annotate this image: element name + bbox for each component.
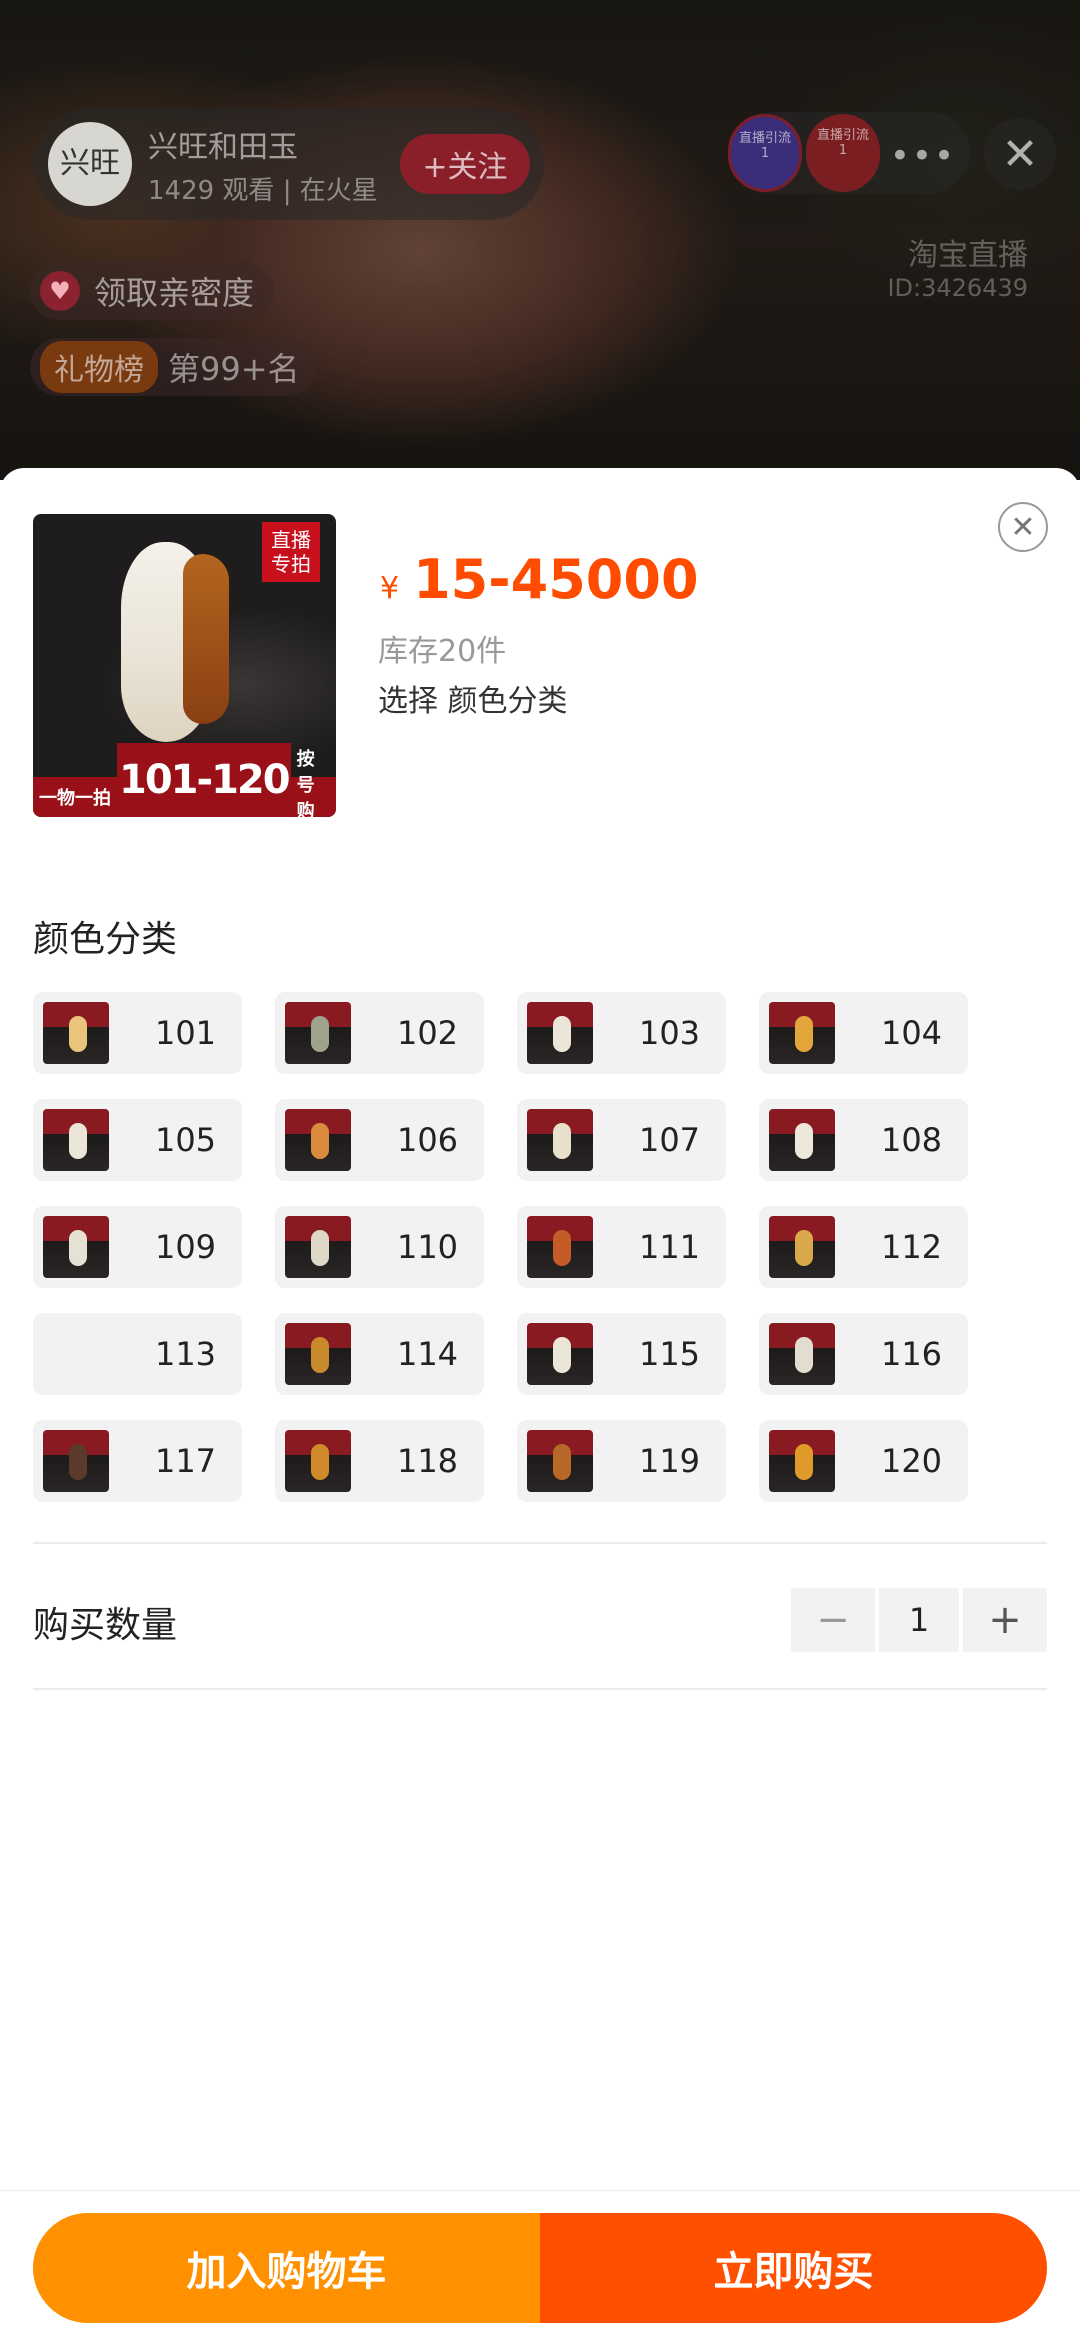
stock-count: 库存20件 xyxy=(378,634,507,669)
live-stream-background: 兴旺 兴旺和田玉 1429 观看 | 在火星 +关注 直播引流 1 直播引流 1 •… xyxy=(0,0,1080,480)
color-option[interactable]: 119 xyxy=(517,1420,726,1502)
option-thumbnail xyxy=(527,1323,593,1385)
color-option[interactable]: 118 xyxy=(275,1420,484,1502)
buy-now-button[interactable]: 立即购买 xyxy=(540,2213,1047,2323)
color-option[interactable]: 109 xyxy=(33,1206,242,1288)
option-thumbnail xyxy=(527,1430,593,1492)
platform-watermark: 淘宝直播 ID:3426439 xyxy=(887,238,1028,302)
option-thumbnail xyxy=(43,1002,109,1064)
color-option[interactable]: 112 xyxy=(759,1206,968,1288)
divider-top xyxy=(33,1542,1047,1544)
anchor-name: 兴旺和田玉 xyxy=(148,129,298,165)
promo-badge-2: 直播引流 1 xyxy=(806,114,880,192)
option-label: 105 xyxy=(154,1121,217,1159)
gift-rank-button: 礼物榜 第99+名 xyxy=(30,338,316,396)
anchor-avatar: 兴旺 xyxy=(48,122,132,206)
color-option[interactable]: 104 xyxy=(759,992,968,1074)
product-image[interactable]: 直播专拍 一物一拍 101-120 按号购买 xyxy=(33,514,336,817)
color-option[interactable]: 103 xyxy=(517,992,726,1074)
color-option[interactable]: 108 xyxy=(759,1099,968,1181)
viewer-count: 1429 观看 | 在火星 xyxy=(148,175,378,206)
live-stamp: 直播专拍 xyxy=(262,522,320,582)
option-thumbnail xyxy=(769,1109,835,1171)
option-label: 117 xyxy=(154,1442,217,1480)
jade-peel-shape xyxy=(183,554,229,724)
color-option[interactable]: 115 xyxy=(517,1313,726,1395)
option-thumbnail xyxy=(769,1216,835,1278)
option-thumbnail xyxy=(285,1323,351,1385)
option-label: 119 xyxy=(638,1442,701,1480)
color-option[interactable]: 110 xyxy=(275,1206,484,1288)
option-label: 118 xyxy=(396,1442,459,1480)
color-options-grid: 101 102 103 104 105 106 107 108 109 110 111 112 113 1… xyxy=(33,992,993,1502)
intimacy-button: ♥ 领取亲密度 xyxy=(30,262,275,320)
option-thumbnail xyxy=(285,1002,351,1064)
currency-symbol: ¥ xyxy=(380,571,400,606)
option-label: 108 xyxy=(880,1121,943,1159)
selection-hint: 选择 颜色分类 xyxy=(378,684,568,719)
option-thumbnail xyxy=(285,1216,351,1278)
color-option[interactable]: 120 xyxy=(759,1420,968,1502)
divider-bottom xyxy=(33,1688,1047,1690)
increment-button[interactable]: + xyxy=(963,1588,1047,1652)
quantity-label: 购买数量 xyxy=(33,1605,178,1646)
color-option[interactable]: 106 xyxy=(275,1099,484,1181)
option-thumbnail xyxy=(43,1109,109,1171)
gift-rank-tag: 礼物榜 xyxy=(40,341,158,393)
option-label: 110 xyxy=(396,1228,459,1266)
option-label: 109 xyxy=(154,1228,217,1266)
option-label: 114 xyxy=(396,1335,459,1373)
option-label: 115 xyxy=(638,1335,701,1373)
option-thumbnail xyxy=(769,1002,835,1064)
color-option[interactable]: 114 xyxy=(275,1313,484,1395)
option-thumbnail xyxy=(527,1216,593,1278)
quantity-stepper: − 1 + xyxy=(791,1588,1047,1652)
option-label: 120 xyxy=(880,1442,943,1480)
option-label: 111 xyxy=(638,1228,701,1266)
option-label: 107 xyxy=(638,1121,701,1159)
gift-rank-value: 第99+名 xyxy=(168,350,300,388)
option-label: 102 xyxy=(396,1014,459,1052)
option-thumbnail xyxy=(43,1216,109,1278)
heart-icon: ♥ xyxy=(40,271,80,311)
quantity-value[interactable]: 1 xyxy=(879,1588,959,1652)
option-thumbnail xyxy=(527,1109,593,1171)
sku-selector-sheet: ✕ 直播专拍 一物一拍 101-120 按号购买 ¥ 15-45000 库存20… xyxy=(0,468,1080,2340)
option-thumbnail xyxy=(43,1430,109,1492)
color-option[interactable]: 101 xyxy=(33,992,242,1074)
option-thumbnail xyxy=(769,1430,835,1492)
color-option[interactable]: 105 xyxy=(33,1099,242,1181)
follow-button: +关注 xyxy=(400,134,530,194)
option-thumbnail xyxy=(285,1109,351,1171)
more-dots-icon: ••• xyxy=(889,136,956,176)
option-label: 106 xyxy=(396,1121,459,1159)
action-bar: 加入购物车 立即购买 xyxy=(0,2190,1080,2340)
close-icon: ✕ xyxy=(984,118,1056,190)
price-value: 15-45000 xyxy=(413,548,699,611)
live-top-right-group: 直播引流 1 直播引流 1 ••• xyxy=(728,112,970,194)
option-label: 104 xyxy=(880,1014,943,1052)
color-option[interactable]: 113 xyxy=(33,1313,242,1395)
option-thumbnail xyxy=(285,1430,351,1492)
color-option[interactable]: 116 xyxy=(759,1313,968,1395)
option-thumbnail xyxy=(769,1323,835,1385)
price-row: ¥ 15-45000 xyxy=(380,548,699,611)
color-option[interactable]: 102 xyxy=(275,992,484,1074)
sheet-close-icon[interactable]: ✕ xyxy=(998,502,1048,552)
anchor-info-pill: 兴旺 兴旺和田玉 1429 观看 | 在火星 +关注 xyxy=(34,108,544,220)
color-option[interactable]: 107 xyxy=(517,1099,726,1181)
color-option[interactable]: 117 xyxy=(33,1420,242,1502)
option-label: 113 xyxy=(154,1335,217,1373)
add-to-cart-button[interactable]: 加入购物车 xyxy=(33,2213,540,2323)
promo-badge-1: 直播引流 1 xyxy=(728,114,802,192)
option-label: 101 xyxy=(154,1014,217,1052)
option-label: 112 xyxy=(880,1228,943,1266)
option-thumbnail xyxy=(527,1002,593,1064)
product-banner: 一物一拍 101-120 按号购买 xyxy=(33,743,336,817)
color-option[interactable]: 111 xyxy=(517,1206,726,1288)
option-label: 116 xyxy=(880,1335,943,1373)
decrement-button[interactable]: − xyxy=(791,1588,875,1652)
option-label: 103 xyxy=(638,1014,701,1052)
options-title: 颜色分类 xyxy=(33,919,178,960)
